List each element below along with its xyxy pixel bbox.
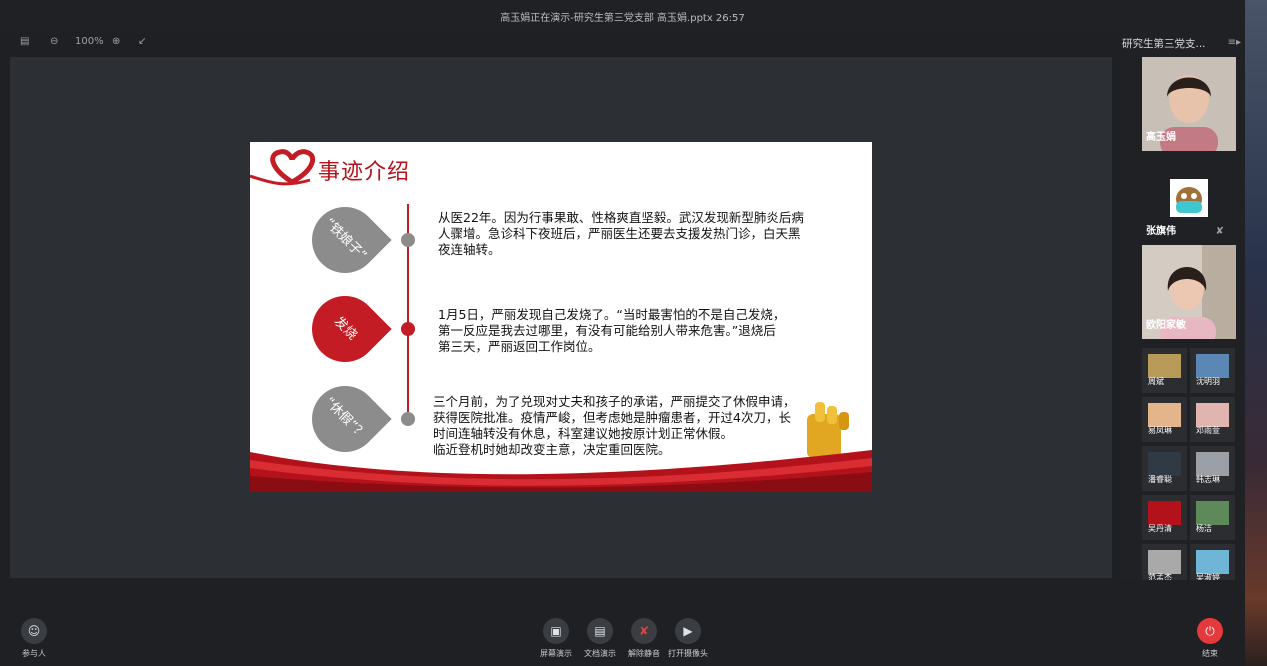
participant-thumb [1196, 452, 1229, 476]
participant-small-tile-5[interactable]: 潘睿聪 [1142, 446, 1187, 491]
screen-share-label: 屏幕演示 [540, 649, 572, 658]
participant-name: 周斌 [1148, 377, 1164, 386]
participant-name: 高玉娟 [1146, 132, 1176, 143]
participant-name: 张旗伟 [1146, 226, 1176, 237]
participant-tile-1[interactable]: 高玉娟 [1142, 57, 1236, 151]
desktop-wallpaper-strip [1245, 0, 1267, 666]
heart-ribbon-icon [250, 149, 316, 186]
sidebar-toggle-icon[interactable]: ▤ [20, 36, 29, 47]
participant-thumb [1148, 452, 1181, 476]
participant-name: 邓雨萱 [1196, 426, 1220, 435]
camera-button[interactable]: ▶ 打开摄像头 [663, 618, 713, 659]
participant-thumb [1148, 403, 1181, 427]
participants-label: 参与人 [22, 649, 46, 658]
doc-share-label: 文档演示 [584, 649, 616, 658]
screen-share-button[interactable]: ▣ 屏幕演示 [531, 618, 581, 659]
list-view-icon[interactable]: ≡▸ [1228, 37, 1241, 48]
participant-small-tile-3[interactable]: 易凤琳 [1142, 397, 1187, 442]
end-meeting-button[interactable]: ⏻ 结束 [1185, 618, 1235, 659]
item-text-2: 1月5日，严丽发现自己发烧了。“当时最害怕的不是自己发烧， 第一反应是我去过哪里… [438, 307, 786, 354]
participant-tile-2[interactable]: 张旗伟 ✘ [1142, 151, 1236, 245]
zoom-level: 100% [75, 36, 104, 47]
slide: 事迹介绍 “铁娘子” 从医22年。因为行事果敢、性格爽直坚毅。武汉发现新型肺炎后… [250, 142, 872, 492]
slide-title: 事迹介绍 [318, 160, 411, 185]
participant-thumb [1148, 354, 1181, 378]
participant-small-tile-1[interactable]: 周斌 [1142, 348, 1187, 393]
participant-small-tile-2[interactable]: 沈明羽 [1190, 348, 1235, 393]
participant-small-tile-6[interactable]: 韩志琳 [1190, 446, 1235, 491]
meeting-name: 研究生第三党支... [1122, 38, 1206, 50]
window-title: 高玉娟正在演示-研究生第三党支部 高玉娟.pptx 26:57 [500, 13, 745, 24]
participants-button[interactable]: ☺ 参与人 [9, 618, 59, 659]
participant-name: 潘睿聪 [1148, 475, 1172, 484]
participant-name: 杨洁 [1196, 524, 1212, 533]
participant-name: 韩志琳 [1196, 475, 1220, 484]
participant-small-tile-7[interactable]: 吴丹清 [1142, 495, 1187, 540]
label-text-1: “铁娘子” [321, 215, 370, 264]
participant-thumb [1148, 550, 1181, 574]
participant-name: 易凤琳 [1148, 426, 1172, 435]
zoom-out-icon[interactable]: ⊖ [50, 36, 58, 47]
end-label: 结束 [1202, 649, 1218, 658]
title-bar: 高玉娟正在演示-研究生第三党支部 高玉娟.pptx 26:57 ⚑ – ⧉ ✕ [0, 0, 1245, 32]
power-icon: ⏻ [1197, 618, 1223, 644]
document-icon: ▤ [587, 618, 613, 644]
unmute-label: 解除静音 [628, 649, 660, 658]
participant-thumb [1196, 403, 1229, 427]
participant-thumb [1148, 501, 1181, 525]
participant-small-tile-8[interactable]: 杨洁 [1190, 495, 1235, 540]
participant-panel: 研究生第三党支... ≡▸ 高玉娟 张旗伟 ✘ 欧阳家敏 周斌 沈明羽 易凤琳 … [1120, 0, 1245, 666]
unmute-button[interactable]: ✘ 解除静音 [619, 618, 669, 659]
collapse-icon[interactable]: ↙ [138, 36, 146, 47]
camera-off-icon: ▶ [675, 618, 701, 644]
timeline-dot-2 [401, 322, 415, 336]
screen-share-icon: ▣ [543, 618, 569, 644]
red-ribbon-decoration [250, 450, 872, 492]
participant-name: 欧阳家敏 [1146, 320, 1186, 331]
doc-share-button[interactable]: ▤ 文档演示 [575, 618, 625, 659]
presentation-toolbar: ▤ ⊖ 100% ⊕ ↙ [0, 32, 1120, 54]
participant-name: 吴丹清 [1148, 524, 1172, 533]
muted-mic-icon: ✘ [631, 618, 657, 644]
camera-label: 打开摄像头 [668, 649, 708, 658]
participant-name: 沈明羽 [1196, 377, 1220, 386]
participant-tile-3[interactable]: 欧阳家敏 [1142, 245, 1236, 339]
participant-thumb [1196, 550, 1229, 574]
timeline-dot-1 [401, 233, 415, 247]
timeline-dot-3 [401, 412, 415, 426]
participant-thumb [1196, 354, 1229, 378]
participant-small-tile-4[interactable]: 邓雨萱 [1190, 397, 1235, 442]
participant-avatar [1170, 179, 1208, 217]
participants-icon: ☺ [21, 618, 47, 644]
participant-thumb [1196, 501, 1229, 525]
meeting-control-bar: ☺ 参与人 ▣ 屏幕演示 ▤ 文档演示 ✘ 解除静音 ▶ 打开摄像头 ⏻ 结束 [0, 580, 1245, 666]
label-text-2: 发烧 [330, 314, 360, 344]
zoom-in-icon[interactable]: ⊕ [112, 36, 120, 47]
muted-mic-icon: ✘ [1215, 226, 1224, 237]
item-text-1: 从医22年。因为行事果敢、性格爽直坚毅。武汉发现新型肺炎后病 人骤增。急诊科下夜… [438, 210, 804, 257]
